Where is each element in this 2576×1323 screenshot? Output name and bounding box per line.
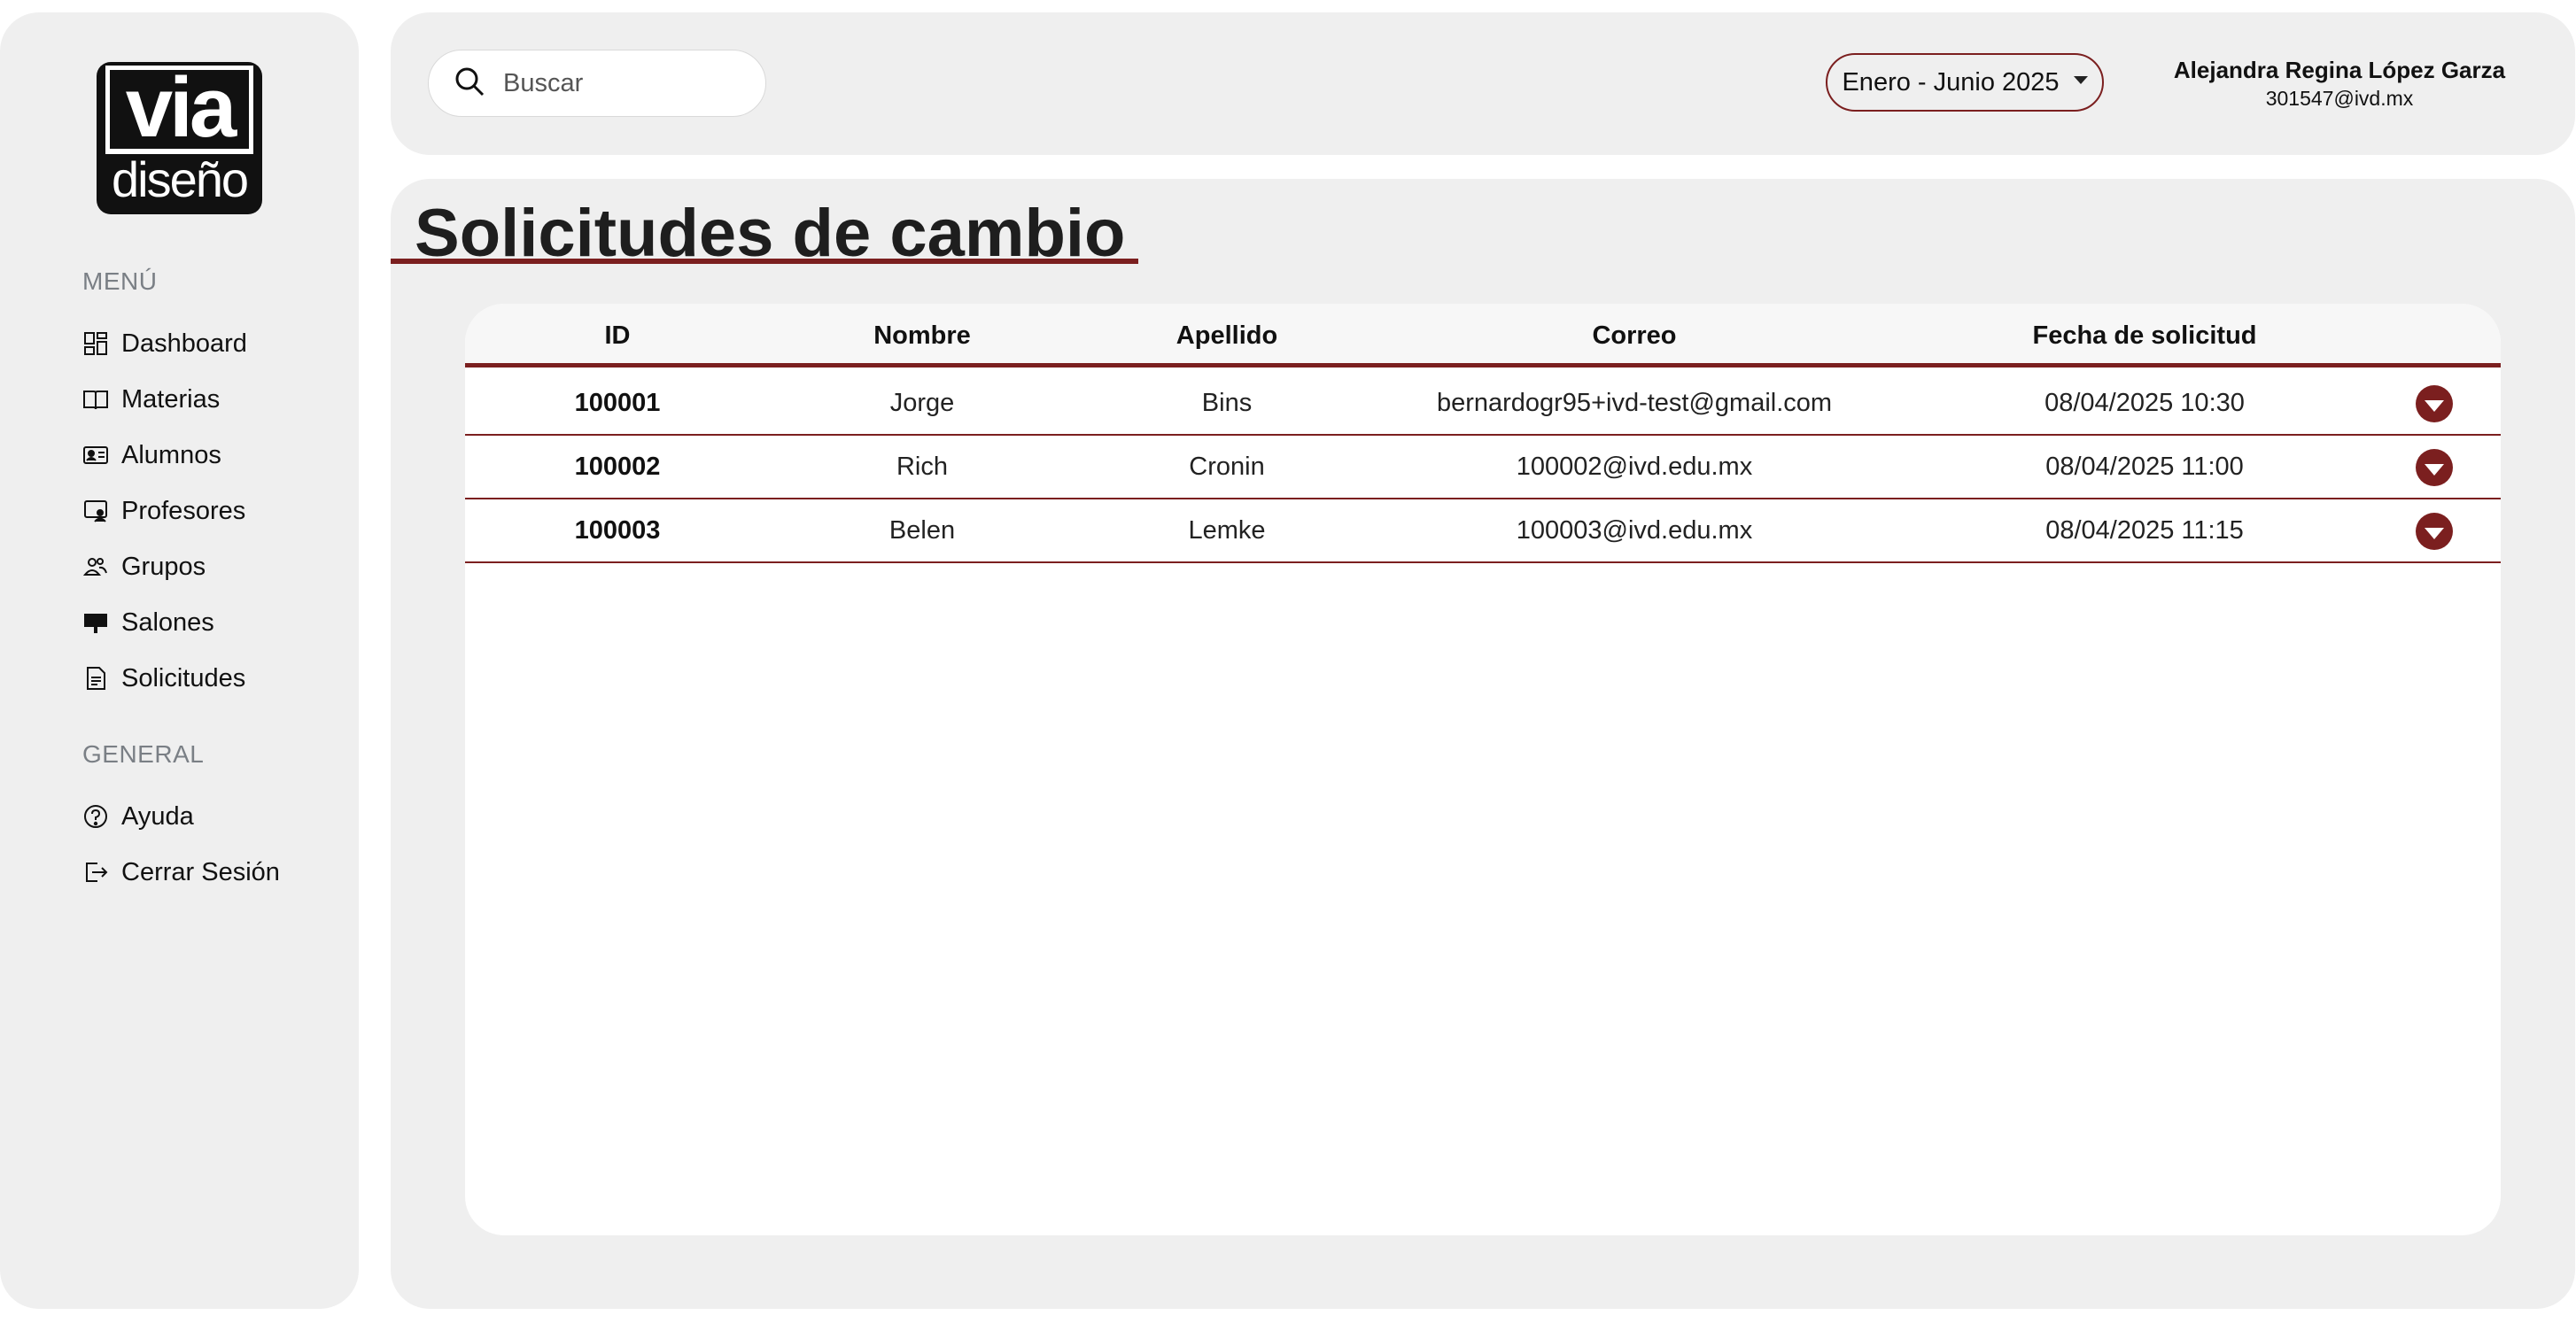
search-box[interactable] (428, 50, 766, 117)
dashboard-icon (82, 330, 109, 357)
sidebar-item-solicitudes[interactable]: Solicitudes (82, 661, 339, 696)
table-row: 100003 Belen Lemke 100003@ivd.edu.mx 08/… (465, 499, 2501, 563)
table-row: 100002 Rich Cronin 100002@ivd.edu.mx 08/… (465, 436, 2501, 499)
search-input[interactable] (503, 68, 751, 98)
sidebar-item-grupos[interactable]: Grupos (82, 549, 339, 584)
sidebar-item-alumnos[interactable]: Alumnos (82, 437, 339, 473)
sidebar-item-materias[interactable]: Materias (82, 382, 339, 417)
cell-id: 100003 (574, 516, 661, 545)
expand-row-button[interactable] (2416, 385, 2453, 422)
document-icon (82, 665, 109, 692)
caret-down-icon (2425, 527, 2444, 539)
sidebar-item-cerrar-sesion[interactable]: Cerrar Sesión (82, 855, 339, 890)
column-header-apellido: Apellido (1175, 321, 1278, 350)
top-bar: Enero - Junio 2025 Alejandra Regina Lópe… (391, 12, 2575, 155)
cell-id: 100002 (574, 453, 661, 481)
cell-apellido: Lemke (1188, 516, 1266, 545)
cell-fecha: 08/04/2025 11:00 (2045, 453, 2244, 481)
sidebar-item-salones[interactable]: Salones (82, 605, 339, 640)
users-icon (82, 553, 109, 580)
cell-nombre: Belen (888, 516, 956, 545)
column-header-id: ID (604, 321, 631, 350)
main-panel: Solicitudes de cambio ID Nombre Apellido… (391, 179, 2575, 1309)
chevron-down-icon (2073, 75, 2088, 84)
table-header: ID Nombre Apellido Correo Fecha de solic… (465, 304, 2501, 368)
period-label: Enero - Junio 2025 (1842, 67, 2060, 97)
caret-down-icon (2425, 399, 2444, 412)
cell-correo: 100003@ivd.edu.mx (1516, 516, 1753, 545)
cell-id: 100001 (574, 389, 661, 417)
book-icon (82, 386, 109, 413)
expand-row-button[interactable] (2416, 513, 2453, 550)
sidebar-item-label: Solicitudes (121, 663, 246, 692)
table-row: 100001 Jorge Bins bernardogr95+ivd-test@… (465, 372, 2501, 436)
classroom-board-icon (82, 609, 109, 636)
cell-correo: bernardogr95+ivd-test@gmail.com (1436, 389, 1833, 417)
cell-apellido: Cronin (1189, 453, 1265, 481)
title-underline (391, 259, 1138, 264)
sidebar-item-label: Profesores (121, 496, 246, 525)
cell-nombre: Jorge (889, 389, 955, 417)
cell-nombre: Rich (896, 453, 948, 481)
sidebar-item-label: Grupos (121, 552, 206, 581)
cell-fecha: 08/04/2025 10:30 (2045, 389, 2245, 417)
logout-icon (82, 859, 109, 886)
sidebar: via diseño MENÚ Dashboard Materias Alumn… (0, 12, 359, 1309)
general-section-label: GENERAL (82, 740, 205, 768)
teacher-screen-icon (82, 498, 109, 524)
user-email: 301547@ivd.mx (2265, 87, 2414, 110)
sidebar-item-dashboard[interactable]: Dashboard (82, 326, 339, 361)
sidebar-item-label: Cerrar Sesión (121, 857, 280, 886)
sidebar-item-ayuda[interactable]: Ayuda (82, 799, 339, 834)
period-dropdown[interactable]: Enero - Junio 2025 (1826, 53, 2104, 112)
via-diseno-logo: via diseño (97, 62, 262, 214)
column-header-nombre: Nombre (873, 321, 971, 350)
menu-section-label: MENÚ (82, 267, 158, 295)
logo-diseno-text: diseño (111, 151, 249, 207)
sidebar-item-profesores[interactable]: Profesores (82, 493, 339, 529)
column-header-fecha: Fecha de solicitud (2032, 321, 2257, 350)
sidebar-item-label: Materias (121, 384, 221, 414)
sidebar-item-label: Ayuda (121, 801, 194, 831)
sidebar-item-label: Dashboard (121, 329, 247, 358)
cell-fecha: 08/04/2025 11:15 (2045, 516, 2244, 545)
logo-via-text: via (105, 66, 253, 149)
sidebar-item-label: Salones (121, 607, 214, 637)
search-icon (454, 66, 485, 102)
sidebar-item-label: Alumnos (121, 440, 221, 469)
app-root: via diseño MENÚ Dashboard Materias Alumn… (0, 0, 2576, 1323)
caret-down-icon (2425, 463, 2444, 476)
id-card-icon (82, 442, 109, 468)
help-circle-icon (82, 803, 109, 830)
requests-table: ID Nombre Apellido Correo Fecha de solic… (465, 304, 2501, 1235)
column-header-correo: Correo (1592, 321, 1677, 350)
user-name: Alejandra Regina López Garza (2173, 57, 2506, 83)
expand-row-button[interactable] (2416, 449, 2453, 486)
cell-apellido: Bins (1201, 389, 1253, 417)
cell-correo: 100002@ivd.edu.mx (1516, 453, 1753, 481)
